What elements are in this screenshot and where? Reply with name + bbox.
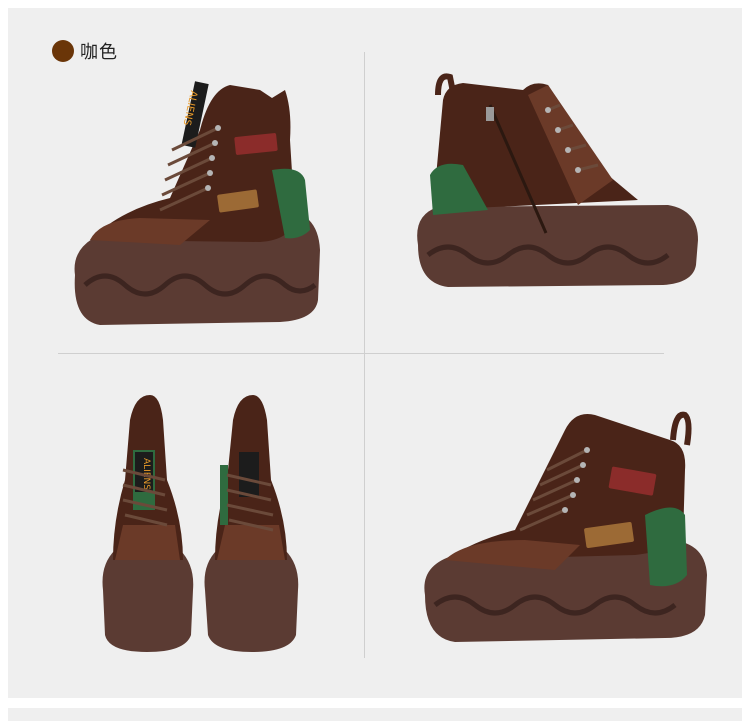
shoe-front-view-pair: ALIENS <box>102 395 299 652</box>
color-option: 咖色 <box>52 38 118 64</box>
shoe-side-view-inner <box>417 73 698 287</box>
left-shoe: ALIENS <box>102 395 194 652</box>
color-swatch <box>52 40 74 62</box>
shoe-side-view-right <box>424 411 707 642</box>
horizontal-divider <box>58 353 664 354</box>
shoe-side-view-left: ALIENS <box>74 81 320 325</box>
vertical-divider <box>364 52 365 658</box>
right-shoe <box>204 395 299 652</box>
bottom-strip <box>8 708 742 721</box>
color-label: 咖色 <box>80 42 118 63</box>
